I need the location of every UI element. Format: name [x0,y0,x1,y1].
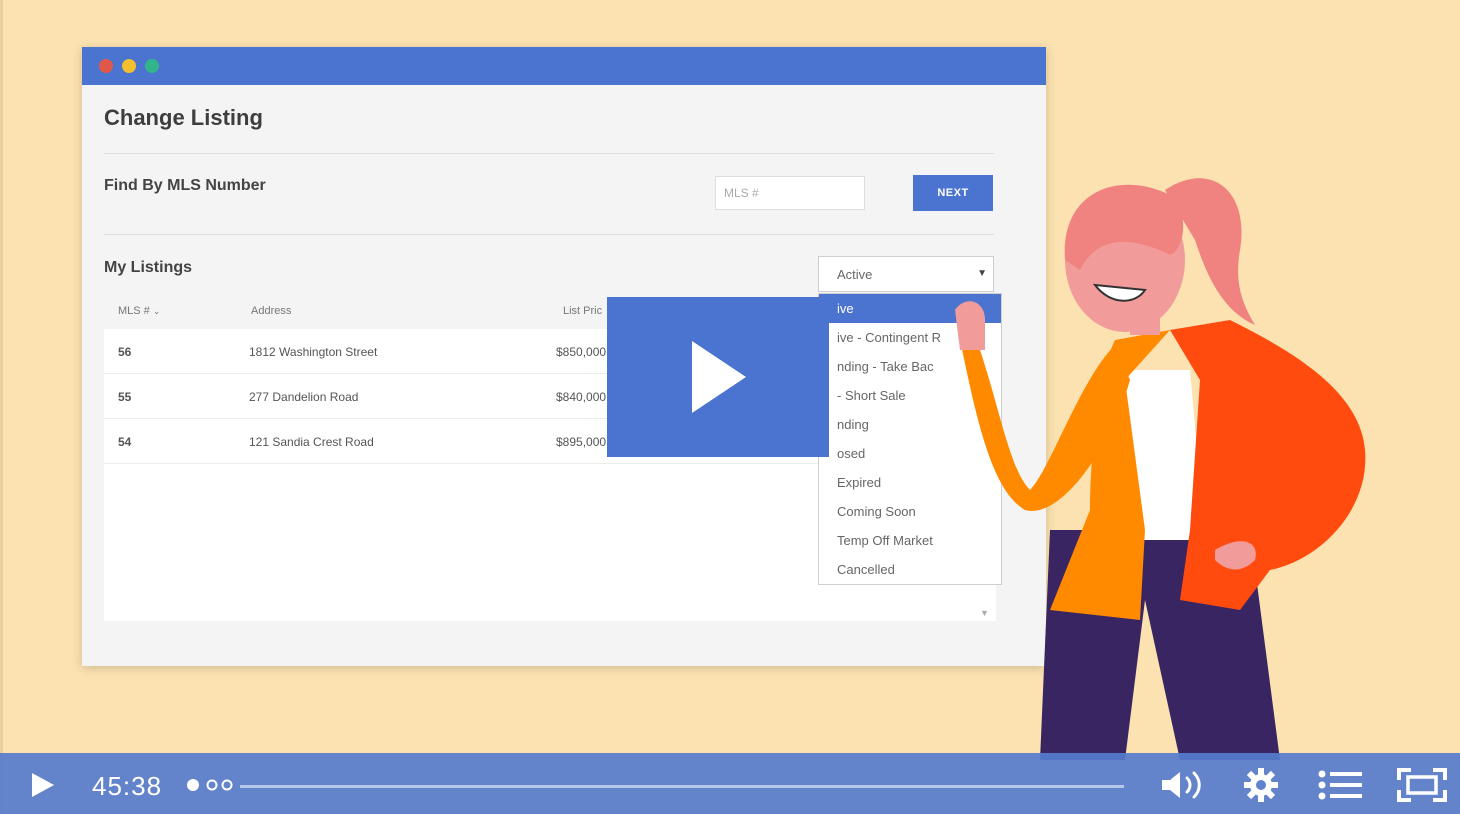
window-titlebar [82,47,1046,85]
chapters-list-icon[interactable] [1318,770,1362,800]
row-mls: 56 [118,345,132,359]
minimize-dot-icon [122,59,136,73]
row-address: 121 Sandia Crest Road [249,435,374,449]
divider [104,153,994,154]
row-mls: 55 [118,390,132,404]
status-selected-value: Active [837,267,873,282]
row-mls: 54 [118,435,132,449]
mls-number-input[interactable] [715,176,865,210]
video-frame: Change Listing Find By MLS Number NEXT M… [0,0,1460,814]
current-time: 45:38 [92,771,163,801]
find-by-mls-label: Find By MLS Number [104,177,266,194]
fullscreen-icon[interactable] [1397,768,1447,802]
chevron-down-icon: ⌄ [152,306,161,316]
row-price: $895,000 [556,435,607,449]
video-control-bar: 45:38 [0,753,1460,814]
maximize-dot-icon [145,59,159,73]
big-play-button[interactable] [607,297,829,457]
close-dot-icon [99,59,113,73]
divider [104,234,994,235]
chapter-markers[interactable] [186,778,236,792]
my-listings-label: My Listings [104,259,193,276]
settings-gear-icon[interactable] [1243,767,1279,803]
row-price: $850,000 [556,345,607,359]
presenter-illustration [955,178,1366,760]
column-header-mls[interactable]: MLS # ⌄ [118,305,160,317]
progress-bar[interactable] [240,785,1124,788]
row-price: $840,000 [556,390,607,404]
column-header-address[interactable]: Address [251,305,291,317]
volume-icon[interactable] [1160,769,1206,801]
page-title: Change Listing [104,105,263,130]
row-address: 1812 Washington Street [249,345,378,359]
play-icon[interactable] [30,771,56,799]
row-address: 277 Dandelion Road [249,390,359,404]
app-window: Change Listing Find By MLS Number NEXT M… [82,47,1046,666]
column-header-list-price[interactable]: List Pric [563,305,602,317]
play-icon [692,341,746,413]
